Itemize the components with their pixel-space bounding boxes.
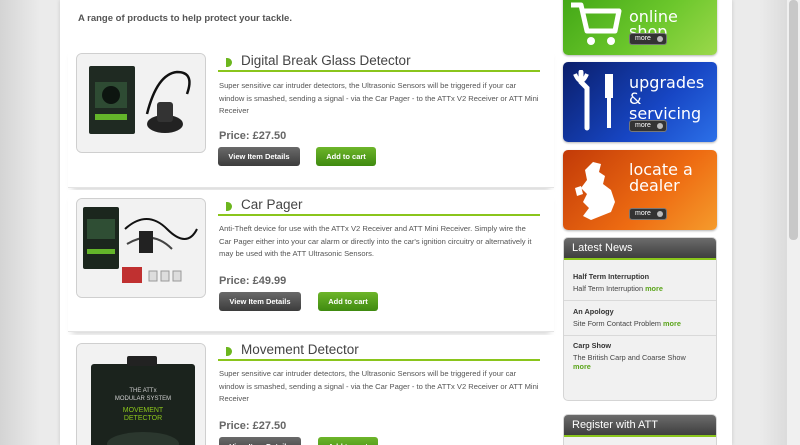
news-item: Carp Show The British Carp and Coarse Sh… — [573, 341, 713, 371]
register-heading[interactable]: Register with ATT — [564, 415, 716, 437]
add-to-cart-button[interactable]: Add to cart — [318, 292, 378, 311]
product-card: Digital Break Glass Detector Super sensi… — [68, 46, 554, 188]
product-title[interactable]: Car Pager — [241, 197, 303, 212]
box-label-line: MOVEMENT — [123, 407, 164, 414]
news-summary: Half Term Interruption — [573, 284, 644, 293]
divider — [564, 300, 716, 301]
product-title-row: Car Pager — [218, 196, 540, 216]
news-summary: The British Carp and Coarse Show — [573, 353, 686, 362]
shopping-cart-icon — [571, 2, 622, 45]
promo-more-button[interactable]: more — [629, 33, 667, 45]
news-summary: Site Form Contact Problem — [573, 319, 661, 328]
uk-map-icon — [575, 162, 615, 220]
news-more-link[interactable]: more — [663, 319, 681, 328]
box-label-line: MODULAR SYSTEM — [115, 396, 171, 402]
add-to-cart-button[interactable]: Add to cart — [318, 437, 378, 445]
product-price: Price: £27.50 — [219, 130, 287, 142]
bullet-icon — [226, 347, 232, 356]
product-title-row: Movement Detector — [218, 341, 540, 361]
intro-text: A range of products to help protect your… — [78, 13, 292, 24]
product-title[interactable]: Movement Detector — [241, 342, 359, 357]
product-title[interactable]: Digital Break Glass Detector — [241, 53, 411, 68]
view-item-details-button[interactable]: View Item Details — [219, 437, 301, 445]
product-title-row: Digital Break Glass Detector — [218, 52, 540, 72]
promo-upgrades-servicing[interactable]: upgrades & servicing more — [563, 62, 717, 142]
box-label-line: DETECTOR — [124, 415, 162, 422]
bullet-icon — [226, 202, 232, 211]
scrollbar[interactable] — [786, 0, 800, 445]
news-title[interactable]: Half Term Interruption — [573, 272, 713, 281]
product-list: A range of products to help protect your… — [68, 0, 554, 445]
promo-more-button[interactable]: more — [629, 120, 667, 132]
promo-online-shop[interactable]: online shop more — [563, 0, 717, 55]
latest-news-heading: Latest News — [564, 238, 716, 260]
promo-more-button[interactable]: more — [629, 208, 667, 220]
bullet-icon — [226, 58, 232, 67]
view-item-details-button[interactable]: View Item Details — [218, 147, 300, 166]
box-label-line: THE ATTx — [129, 388, 156, 394]
view-item-details-button[interactable]: View Item Details — [219, 292, 301, 311]
latest-news-box: Latest News Half Term Interruption Half … — [563, 237, 717, 401]
sidebar: online shop more upgrades & servicing mo… — [562, 0, 717, 445]
product-card: Car Pager Anti-Theft device for use with… — [68, 190, 554, 332]
news-title[interactable]: Carp Show — [573, 341, 713, 350]
product-description: Super sensitive car intruder detectors, … — [219, 81, 539, 115]
news-title[interactable]: An Apology — [573, 307, 713, 316]
page-container: A range of products to help protect your… — [60, 0, 732, 445]
product-price: Price: £49.99 — [219, 275, 287, 287]
add-to-cart-button[interactable]: Add to cart — [316, 147, 376, 166]
promo-title: upgrades — [629, 73, 705, 92]
scrollbar-thumb[interactable] — [789, 0, 798, 240]
news-more-link[interactable]: more — [645, 284, 663, 293]
product-description: Super sensitive car intruder detectors, … — [219, 369, 539, 403]
product-image[interactable] — [76, 53, 206, 153]
news-item: An Apology Site Form Contact Problem mor… — [573, 307, 713, 328]
news-more-link[interactable]: more — [573, 362, 591, 371]
register-box: Register with ATT — [563, 414, 717, 445]
promo-title: locate a — [629, 160, 693, 179]
product-image[interactable]: THE ATTx MODULAR SYSTEM MOVEMENT DETECTO… — [76, 343, 206, 445]
product-card: THE ATTx MODULAR SYSTEM MOVEMENT DETECTO… — [68, 335, 554, 445]
product-image[interactable] — [76, 198, 206, 298]
product-price: Price: £27.50 — [219, 420, 287, 432]
product-description: Anti-Theft device for use with the ATTx … — [219, 224, 532, 258]
promo-title: & servicing — [629, 89, 702, 123]
promo-title: dealer — [629, 176, 680, 195]
promo-locate-dealer[interactable]: locate a dealer more — [563, 150, 717, 230]
news-item: Half Term Interruption Half Term Interru… — [573, 272, 713, 293]
screwdriver-icon — [573, 70, 613, 131]
divider — [564, 335, 716, 336]
